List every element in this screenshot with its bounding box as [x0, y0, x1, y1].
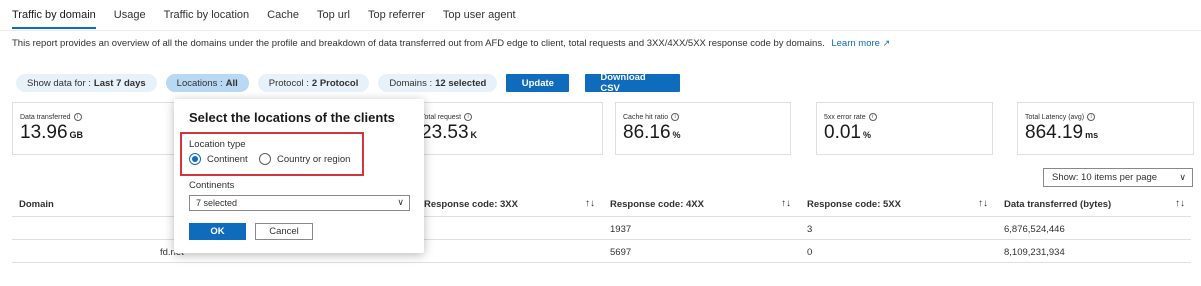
tab-traffic-by-domain[interactable]: Traffic by domain [12, 8, 96, 29]
update-button[interactable]: Update [506, 74, 570, 92]
sort-icon[interactable]: ↑↓ [781, 198, 791, 209]
cell-4xx: 5697 [610, 247, 632, 258]
tab-top-url[interactable]: Top url [317, 8, 350, 29]
radio-selected-icon [189, 153, 201, 165]
metric-value: 13.96 GB [20, 122, 83, 144]
metric-value: 864.19 ms [1025, 122, 1098, 144]
learn-more-label: Learn more [831, 38, 880, 49]
cell-5xx: 0 [807, 247, 813, 258]
tab-usage[interactable]: Usage [114, 8, 146, 29]
continents-label: Continents [189, 180, 235, 191]
domains-label: Domains : [389, 77, 433, 89]
metric-label: Data transferred i [20, 113, 82, 121]
report-description: This report provides an overview of all … [12, 38, 890, 49]
metric-card-5xx-error-rate: 5xx error rate i 0.01% [816, 102, 993, 155]
continents-value: 7 selected [196, 198, 238, 208]
continents-dropdown[interactable]: 7 selected ∨ [189, 195, 410, 211]
domains-value: 12 selected [435, 77, 487, 89]
tab-traffic-by-location[interactable]: Traffic by location [164, 8, 250, 29]
column-header-3xx[interactable]: Response code: 3XX [424, 199, 518, 210]
cell-bytes: 8,109,231,934 [1004, 247, 1065, 258]
metric-label-text: 5xx error rate [824, 113, 866, 121]
metric-label: Total Latency (avg) i [1025, 113, 1096, 121]
info-icon[interactable]: i [868, 113, 877, 121]
metric-value: 86.16% [623, 122, 681, 144]
metric-unit: GB [69, 130, 84, 140]
column-header-5xx[interactable]: Response code: 5XX [807, 199, 901, 210]
metric-unit: ms [1085, 130, 1099, 140]
cell-bytes: 6,876,524,446 [1004, 224, 1065, 235]
metric-number: 0.01 [824, 122, 861, 143]
protocol-value: 2 Protocol [311, 77, 359, 89]
metric-number: 23.53 [421, 122, 469, 143]
metric-label: 5xx error rate i [824, 113, 877, 121]
info-icon[interactable]: i [1087, 113, 1096, 121]
tabs-divider [0, 30, 1201, 31]
info-icon[interactable]: i [464, 113, 473, 121]
ok-button[interactable]: OK [189, 223, 246, 240]
tab-cache[interactable]: Cache [267, 8, 299, 29]
column-header-data-transferred[interactable]: Data transferred (bytes) [1004, 199, 1111, 210]
tab-top-user-agent[interactable]: Top user agent [443, 8, 516, 29]
cancel-button[interactable]: Cancel [255, 223, 313, 240]
tab-top-referrer[interactable]: Top referrer [368, 8, 425, 29]
metric-card-total-request: Total request i 23.53 K [413, 102, 603, 155]
sort-icon[interactable]: ↑↓ [978, 198, 988, 209]
metric-number: 864.19 [1025, 122, 1084, 143]
radio-continent-label: Continent [207, 153, 248, 165]
metric-card-cache-hit-ratio: Cache hit ratio i 86.16% [615, 102, 791, 155]
domains-filter[interactable]: Domains :12 selected [378, 74, 498, 92]
locations-label: Locations : [176, 77, 223, 89]
report-tabs: Traffic by domain Usage Traffic by locat… [12, 8, 534, 29]
metric-number: 86.16 [623, 122, 671, 143]
description-text: This report provides an overview of all … [12, 38, 825, 49]
radio-country-or-region[interactable]: Country or region [259, 153, 350, 165]
show-data-label: Show data for : [27, 77, 91, 89]
metric-label-text: Data transferred [20, 113, 71, 121]
info-icon[interactable]: i [671, 113, 680, 121]
locations-filter[interactable]: Locations : All [165, 74, 249, 92]
protocol-filter[interactable]: Protocol :2 Protocol [257, 74, 370, 92]
external-link-icon: ↗ [882, 38, 891, 48]
chevron-down-icon: ∨ [397, 197, 404, 207]
row-divider [12, 262, 1191, 263]
metric-unit: K [470, 130, 478, 140]
show-data-value: Last 7 days [93, 77, 146, 89]
metric-label-text: Total Latency (avg) [1025, 113, 1085, 121]
popup-title: Select the locations of the clients [189, 110, 395, 125]
metric-unit: % [672, 130, 681, 140]
metric-label: Cache hit ratio i [623, 113, 680, 121]
filter-bar: Show data for : Last 7 days Locations : Al… [16, 72, 696, 94]
sort-icon[interactable]: ↑↓ [1175, 198, 1185, 209]
metric-value: 23.53 K [421, 122, 477, 144]
locations-popup: Select the locations of the clients Loca… [174, 99, 424, 253]
learn-more-link[interactable]: Learn more ↗ [831, 38, 890, 49]
protocol-label: Protocol : [268, 77, 309, 89]
chevron-down-icon: ∨ [1179, 172, 1186, 182]
column-header-domain[interactable]: Domain [19, 199, 54, 210]
page-size-value: Show: 10 items per page [1052, 172, 1158, 183]
radio-continent[interactable]: Continent [189, 153, 248, 165]
sort-icon[interactable]: ↑↓ [585, 198, 595, 209]
radio-unselected-icon [259, 153, 271, 165]
page-size-dropdown[interactable]: Show: 10 items per page ∨ [1043, 168, 1193, 187]
radio-country-label: Country or region [277, 153, 351, 165]
download-csv-button[interactable]: Download CSV [585, 72, 681, 94]
column-header-4xx[interactable]: Response code: 4XX [610, 199, 704, 210]
metric-card-total-latency: Total Latency (avg) i 864.19 ms [1017, 102, 1194, 155]
metric-value: 0.01% [824, 122, 871, 144]
metric-number: 13.96 [20, 122, 68, 143]
cell-5xx: 3 [807, 224, 813, 235]
location-type-label: Location type [189, 139, 246, 150]
cell-4xx: 1937 [610, 224, 632, 235]
metric-label-text: Total request [421, 113, 462, 121]
metric-unit: % [862, 130, 871, 140]
info-icon[interactable]: i [73, 113, 82, 121]
show-data-filter[interactable]: Show data for : Last 7 days [16, 74, 157, 92]
locations-value: All [225, 77, 238, 89]
metric-label-text: Cache hit ratio [623, 113, 669, 121]
metric-label: Total request i [421, 113, 473, 121]
